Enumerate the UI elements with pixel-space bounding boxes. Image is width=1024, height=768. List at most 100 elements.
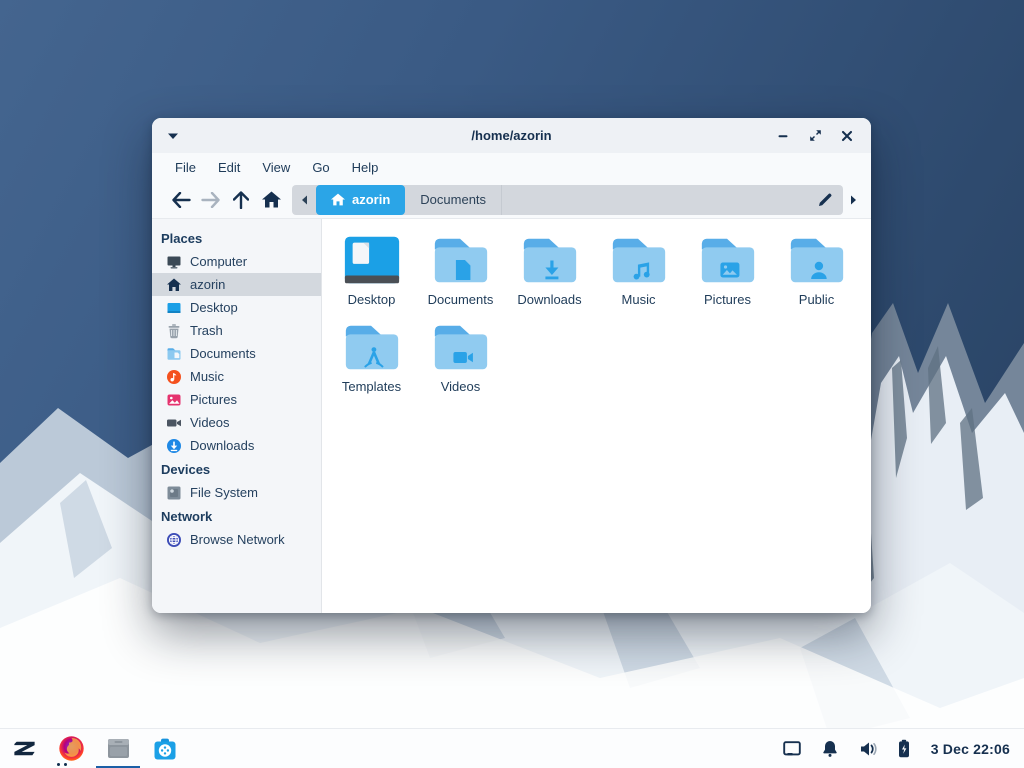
home-icon [166, 277, 182, 293]
drive-icon [166, 485, 182, 501]
sidebar-item-label: Pictures [190, 392, 237, 407]
sidebar-item-label: Computer [190, 254, 247, 269]
sidebar-item-label: Downloads [190, 438, 254, 453]
chevron-left-icon [301, 195, 308, 205]
breadcrumb-label: azorin [352, 192, 390, 207]
close-button[interactable] [835, 124, 859, 148]
download-emblem-icon [539, 258, 563, 282]
minimize-button[interactable] [771, 124, 795, 148]
chevron-down-icon [167, 132, 179, 140]
forward-button[interactable] [196, 186, 226, 214]
notifications-button[interactable] [822, 740, 838, 757]
file-item-documents[interactable]: Documents [416, 233, 505, 307]
sidebar-item-documents[interactable]: Documents [152, 342, 321, 365]
sidebar-item-computer[interactable]: Computer [152, 250, 321, 273]
sidebar-item-label: Videos [190, 415, 230, 430]
battery-button[interactable] [898, 739, 910, 758]
battery-charging-icon [898, 739, 910, 758]
sidebar-item-desktop[interactable]: Desktop [152, 296, 321, 319]
sidebar-item-trash[interactable]: Trash [152, 319, 321, 342]
restore-button[interactable] [803, 124, 827, 148]
trash-icon [166, 323, 182, 339]
back-button[interactable] [166, 186, 196, 214]
menu-help[interactable]: Help [341, 156, 390, 179]
picture-emblem-icon [717, 258, 741, 282]
sidebar-item-label: Music [190, 369, 224, 384]
taskbar-clock[interactable]: 3 Dec 22:06 [931, 741, 1010, 757]
menu-go[interactable]: Go [301, 156, 340, 179]
menu-view[interactable]: View [251, 156, 301, 179]
file-grid[interactable]: Desktop Documents Download [322, 219, 871, 613]
folder-icon [166, 346, 182, 362]
document-emblem-icon [450, 258, 474, 282]
file-item-videos[interactable]: Videos [416, 320, 505, 394]
music-note-emblem-icon [628, 258, 652, 282]
sidebar-item-label: Documents [190, 346, 256, 361]
software-store-launcher[interactable] [151, 735, 179, 763]
home-icon [262, 191, 281, 208]
file-label: Desktop [348, 292, 396, 307]
file-manager-icon [105, 735, 132, 762]
taskbar: 3 Dec 22:06 [0, 728, 1024, 768]
music-icon [166, 369, 182, 385]
firefox-running-indicator [57, 763, 67, 766]
software-store-icon [152, 736, 178, 762]
sidebar-item-downloads[interactable]: Downloads [152, 434, 321, 457]
file-label: Music [622, 292, 656, 307]
video-camera-emblem-icon [450, 345, 474, 369]
sidebar-item-browse-network[interactable]: Browse Network [152, 528, 321, 551]
file-item-desktop[interactable]: Desktop [327, 233, 416, 307]
sidebar-item-videos[interactable]: Videos [152, 411, 321, 434]
file-label: Downloads [517, 292, 581, 307]
desktop-folder-icon [341, 233, 403, 287]
menu-edit[interactable]: Edit [207, 156, 251, 179]
window-title: /home/azorin [152, 128, 871, 143]
desktop-indicator-button[interactable] [783, 741, 801, 756]
window-menu-button[interactable] [158, 118, 188, 153]
compass-emblem-icon [361, 345, 385, 369]
breadcrumb-scroll-right-button[interactable] [843, 195, 863, 205]
file-item-templates[interactable]: Templates [327, 320, 416, 394]
minimize-icon [777, 130, 789, 142]
up-button[interactable] [226, 186, 256, 214]
arrow-right-icon [201, 192, 221, 208]
breadcrumb-documents[interactable]: Documents [405, 185, 502, 215]
home-button[interactable] [256, 186, 286, 214]
file-manager-launcher[interactable] [104, 735, 132, 763]
video-camera-icon [166, 415, 182, 431]
zorin-menu-button[interactable] [10, 735, 38, 763]
edit-path-button[interactable] [807, 185, 843, 215]
window-outline-icon [783, 741, 801, 756]
arrow-left-icon [171, 192, 191, 208]
person-emblem-icon [806, 258, 830, 282]
volume-button[interactable] [859, 741, 877, 757]
sidebar-item-music[interactable]: Music [152, 365, 321, 388]
computer-icon [166, 254, 182, 270]
file-label: Public [799, 292, 834, 307]
sidebar-item-azorin[interactable]: azorin [152, 273, 321, 296]
chevron-right-icon [850, 195, 857, 205]
pictures-icon [166, 392, 182, 408]
zorin-logo-icon [11, 735, 38, 762]
breadcrumb-scroll-left-button[interactable] [292, 185, 316, 215]
download-circle-icon [166, 438, 182, 454]
file-item-downloads[interactable]: Downloads [505, 233, 594, 307]
sidebar-section-places: Places [152, 226, 321, 250]
file-item-music[interactable]: Music [594, 233, 683, 307]
titlebar[interactable]: /home/azorin [152, 118, 871, 153]
file-label: Documents [428, 292, 494, 307]
breadcrumb-azorin[interactable]: azorin [316, 185, 405, 215]
sidebar-section-devices: Devices [152, 457, 321, 481]
file-item-public[interactable]: Public [772, 233, 861, 307]
menu-file[interactable]: File [164, 156, 207, 179]
sidebar-item-pictures[interactable]: Pictures [152, 388, 321, 411]
firefox-launcher[interactable] [57, 735, 85, 763]
path-bar: azorin Documents [292, 185, 843, 215]
desktop-icon [166, 300, 182, 316]
sidebar-item-label: Browse Network [190, 532, 285, 547]
file-item-pictures[interactable]: Pictures [683, 233, 772, 307]
file-label: Pictures [704, 292, 751, 307]
globe-icon [166, 532, 182, 548]
file-manager-window: /home/azorin File Edit View Go Help [152, 118, 871, 613]
sidebar-item-file-system[interactable]: File System [152, 481, 321, 504]
